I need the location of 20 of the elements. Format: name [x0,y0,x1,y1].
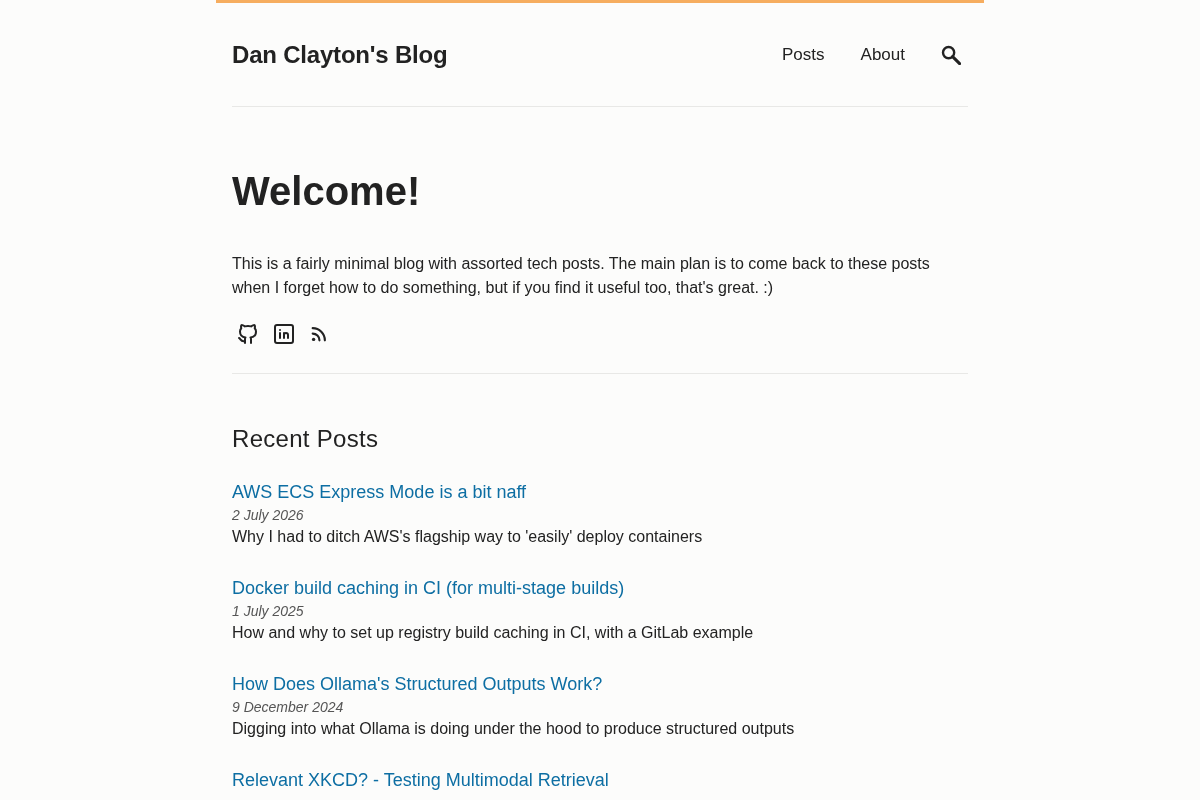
intro-paragraph: This is a fairly minimal blog with assorted tech posts. The main plan is to come back to these posts when I forget how to do something, but if you find it useful too, that's great. :) [232,254,931,298]
post-title-link[interactable]: Docker build caching in CI (for multi-stage builds) [232,576,625,600]
recent-posts-heading: Recent Posts [232,424,380,454]
post-summary: How and why to set up registry build caching in CI, with a GitLab example [232,623,754,643]
linkedin-icon[interactable] [272,322,296,346]
github-icon[interactable] [236,322,260,346]
site-title-link[interactable]: Dan Clayton's Blog [232,39,448,70]
post-title-link[interactable]: Relevant XKCD? - Testing Multimodal Retrieval [232,768,609,792]
post-date: 9 December 2024 [232,698,344,717]
nav-link[interactable]: About [860,42,905,67]
nav-link[interactable]: Posts [782,42,825,67]
post-title-link[interactable]: AWS ECS Express Mode is a bit naff [232,480,527,504]
post-title-link[interactable]: How Does Ollama's Structured Outputs Work? [232,672,603,696]
welcome-heading: Welcome! [232,168,422,215]
post-date: 1 July 2025 [232,602,304,621]
post-summary: Why I had to ditch AWS's flagship way to 'easily' deploy containers [232,527,703,547]
post-summary: Digging into what Ollama is doing under the hood to produce structured outputs [232,719,795,739]
post-date: 2 July 2026 [232,506,304,525]
rss-icon[interactable] [310,325,328,343]
search-icon[interactable] [941,44,961,65]
